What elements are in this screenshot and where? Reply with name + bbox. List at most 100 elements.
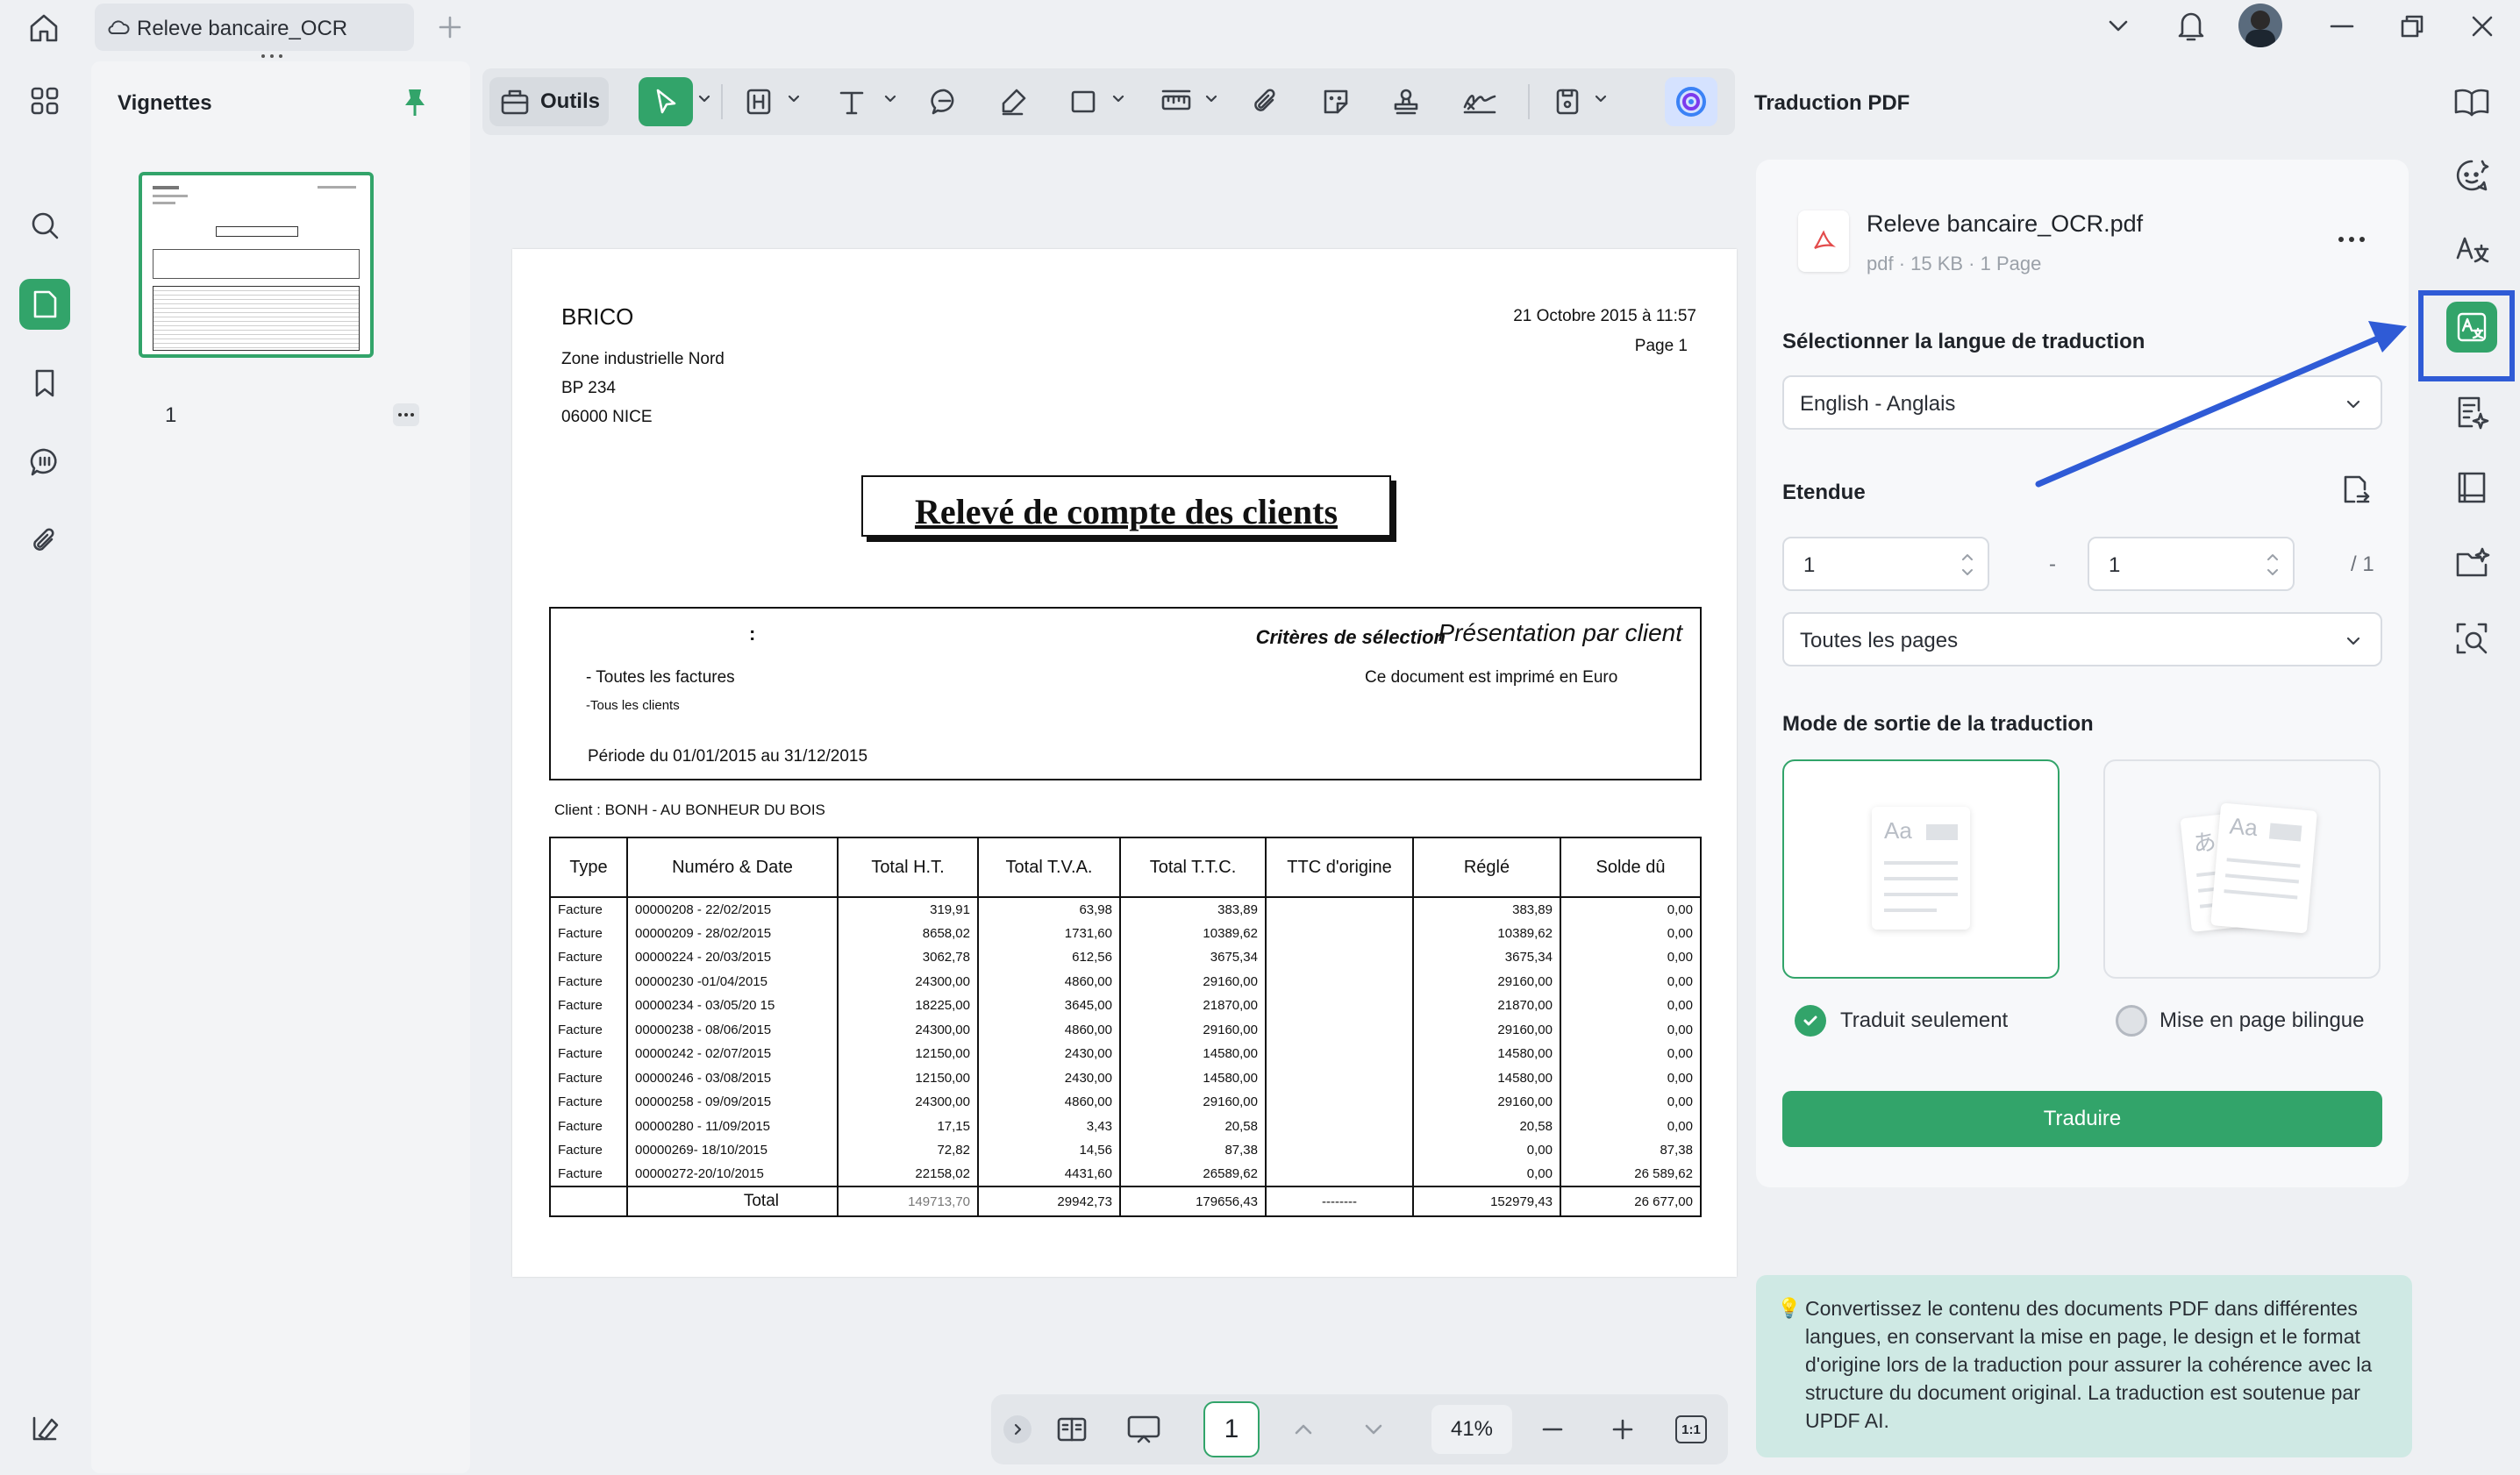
tab-drag-handle[interactable] (261, 54, 296, 58)
close-icon[interactable] (2465, 9, 2500, 44)
table-cell: 0,00 (1560, 969, 1702, 994)
radio-checked-icon[interactable] (1795, 1005, 1826, 1037)
language-select[interactable]: English - Anglais (1782, 375, 2382, 430)
presentation-icon[interactable] (1124, 1412, 1163, 1447)
mode-translated-label[interactable]: Traduit seulement (1840, 1008, 2008, 1033)
title-box: Relevé de compte des clients (861, 475, 1391, 537)
bell-icon[interactable] (2174, 7, 2209, 44)
layers-icon[interactable] (19, 1403, 70, 1454)
home-icon[interactable] (26, 11, 61, 46)
chevron-down-icon[interactable] (1205, 93, 1217, 105)
more-icon[interactable] (393, 403, 419, 426)
highlighter-icon[interactable] (991, 77, 1035, 126)
table-cell: -------- (1265, 1186, 1414, 1217)
ocr-search-icon[interactable] (2445, 612, 2498, 665)
attachment-icon[interactable] (19, 516, 70, 566)
book-icon[interactable] (2445, 461, 2498, 514)
thumbnails-icon[interactable] (19, 279, 70, 330)
table-cell: 14580,00 (1412, 1042, 1561, 1066)
pages-select[interactable]: Toutes les pages (1782, 612, 2382, 666)
table-cell: 0,00 (1560, 897, 1702, 922)
actual-size-button[interactable]: 1:1 (1675, 1415, 1707, 1443)
reader-icon[interactable] (2445, 75, 2498, 128)
translate-text-icon[interactable] (2445, 224, 2498, 277)
chevron-down-icon[interactable] (1356, 1412, 1391, 1447)
table-cell (1265, 1114, 1414, 1138)
chevron-down-icon[interactable] (1112, 93, 1124, 105)
sticker-icon[interactable] (1314, 77, 1358, 126)
signature-icon[interactable] (1454, 77, 1505, 126)
table-cell: 18225,00 (837, 994, 979, 1018)
ruler-icon[interactable] (1154, 77, 1198, 126)
table-cell: 00000246 - 03/08/2015 (626, 1065, 839, 1090)
bookmark-icon[interactable] (19, 358, 70, 409)
table-cell: 14,56 (977, 1138, 1121, 1163)
page-thumbnail[interactable] (139, 172, 374, 358)
chevron-down-icon[interactable] (1595, 93, 1607, 105)
table-cell (1265, 897, 1414, 922)
swap-pages-icon[interactable] (2337, 472, 2374, 509)
ai-assistant-icon[interactable] (1665, 77, 1717, 126)
chevron-down-icon[interactable] (2103, 11, 2133, 40)
table-cell: 0,00 (1560, 1042, 1702, 1066)
page-layout-icon[interactable] (1054, 1412, 1089, 1447)
rectangle-icon[interactable] (1061, 77, 1105, 126)
ai-chat-icon[interactable] (2445, 149, 2498, 202)
save-icon[interactable] (1546, 77, 1589, 126)
table-row: Facture 00000238 - 08/06/2015 24300,00 4860… (549, 1017, 1702, 1042)
new-tab-icon[interactable] (435, 12, 465, 42)
range-to-value: 1 (2109, 553, 2121, 577)
preview-a: あ (2191, 828, 2217, 858)
translate-button[interactable]: Traduire (1782, 1091, 2382, 1147)
search-icon[interactable] (19, 200, 70, 251)
chevron-right-icon[interactable] (1003, 1415, 1032, 1443)
range-to-input[interactable]: 1 (2088, 537, 2295, 591)
table-cell: 00000272-20/10/2015 (626, 1162, 839, 1186)
mode-bilingual-card[interactable]: あ Aa (2103, 759, 2381, 979)
mode-translated-card[interactable]: Aa (1782, 759, 2060, 979)
currency-note: Ce document est imprimé en Euro (1365, 668, 1618, 687)
file-more-icon[interactable] (2338, 237, 2365, 242)
chevron-down-icon[interactable] (698, 93, 710, 105)
zoom-level[interactable]: 41% (1431, 1405, 1512, 1454)
pin-icon[interactable] (400, 86, 430, 119)
folder-star-icon[interactable] (2445, 537, 2498, 589)
radio-unchecked-icon[interactable] (2116, 1005, 2147, 1037)
table-row: Facture 00000246 - 03/08/2015 12150,00 2430… (549, 1065, 1702, 1090)
stepper-icon[interactable] (1960, 547, 1975, 582)
grid-icon[interactable] (19, 75, 70, 126)
zoom-in-icon[interactable] (1605, 1412, 1640, 1447)
text-icon[interactable] (830, 77, 874, 126)
stamp-icon[interactable] (1384, 77, 1428, 126)
table-row: Facture 00000242 - 02/07/2015 12150,00 2430… (549, 1042, 1702, 1066)
chevron-down-icon[interactable] (884, 93, 896, 105)
restore-icon[interactable] (2395, 9, 2430, 44)
page-number-input[interactable]: 1 (1203, 1401, 1260, 1457)
tools-label: Outils (539, 89, 600, 113)
avatar[interactable] (2238, 4, 2282, 47)
address-line: 06000 NICE (561, 408, 653, 426)
table-cell: 00000242 - 02/07/2015 (626, 1042, 839, 1066)
textbox-icon[interactable] (737, 77, 781, 126)
period: Période du 01/01/2015 au 31/12/2015 (588, 747, 868, 766)
zoom-out-icon[interactable] (1535, 1412, 1570, 1447)
paperclip-icon[interactable] (1244, 77, 1288, 126)
table-cell (1265, 1162, 1414, 1186)
language-value: English - Anglais (1800, 392, 1956, 416)
comment-bubble-icon[interactable] (923, 77, 967, 126)
ai-summary-icon[interactable] (2445, 386, 2498, 438)
chevron-up-icon[interactable] (1286, 1412, 1321, 1447)
mode-bilingual-label[interactable]: Mise en page bilingue (2159, 1008, 2365, 1033)
range-from-input[interactable]: 1 (1782, 537, 1989, 591)
table-cell: 3062,78 (837, 945, 979, 970)
document-tab[interactable]: Releve bancaire_OCR (95, 4, 414, 51)
info-tip: 💡 Convertissez le contenu des documents … (1756, 1275, 2412, 1457)
stepper-icon[interactable] (2265, 547, 2281, 582)
select-tool-button[interactable] (639, 77, 693, 126)
comment-icon[interactable] (19, 437, 70, 488)
panel-title: Vignettes (118, 91, 212, 115)
chevron-down-icon[interactable] (788, 93, 800, 105)
tools-button[interactable]: Outils (489, 77, 609, 126)
minimize-icon[interactable] (2324, 9, 2359, 44)
table-cell: 87,38 (1560, 1138, 1702, 1163)
